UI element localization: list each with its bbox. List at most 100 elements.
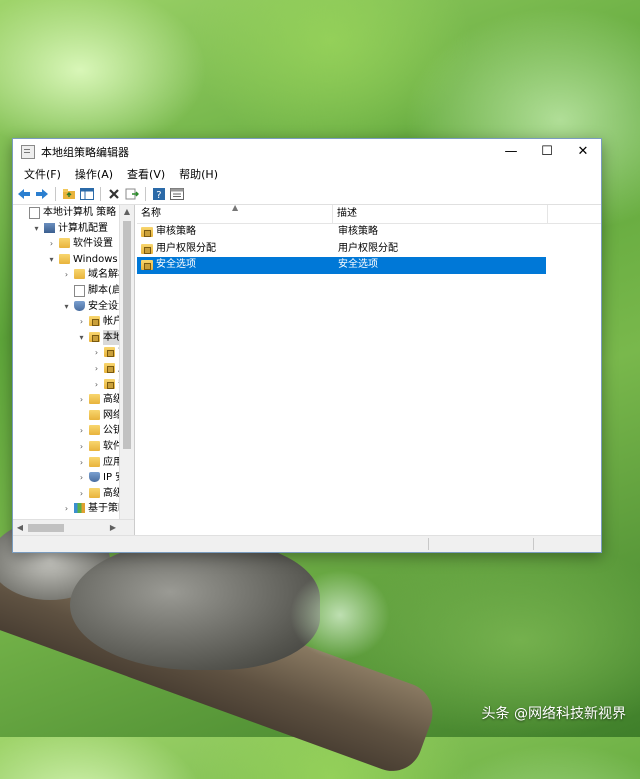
- navigation-tree[interactable]: 本地计算机 策略▾计算机配置›软件设置▾Windows 设置›域名解析策略脚本(…: [13, 205, 119, 520]
- collapsed-chevron-icon[interactable]: ›: [62, 501, 71, 517]
- maximize-button[interactable]: ☐: [529, 139, 565, 164]
- minimize-button[interactable]: —: [493, 139, 529, 164]
- list-item-name: 安全选项: [156, 259, 196, 270]
- collapsed-chevron-icon[interactable]: ›: [77, 455, 86, 471]
- scroll-thumb[interactable]: [28, 524, 64, 532]
- scroll-left-icon[interactable]: ◀: [13, 520, 27, 536]
- menu-help[interactable]: 帮助(H): [172, 166, 225, 182]
- forward-icon[interactable]: [34, 186, 50, 202]
- tree-horizontal-scrollbar[interactable]: ◀ ▶: [13, 519, 134, 536]
- list-item-name: 审核策略: [156, 226, 196, 237]
- tree-item[interactable]: 本地计算机 策略: [13, 205, 119, 221]
- policy-folder-icon: [104, 347, 115, 358]
- tree-item[interactable]: › 域名解析策略: [13, 267, 119, 283]
- tree-item[interactable]: › IP 安全策略: [13, 470, 119, 486]
- up-folder-icon[interactable]: [61, 186, 77, 202]
- collapsed-chevron-icon[interactable]: ›: [77, 470, 86, 486]
- tree-item[interactable]: ▾ 本地策略: [13, 329, 119, 346]
- show-hide-tree-icon[interactable]: [79, 186, 95, 202]
- tree-item-label: Windows 设置: [73, 253, 119, 265]
- column-header-description[interactable]: 描述: [333, 205, 548, 223]
- scroll-right-icon[interactable]: ▶: [106, 520, 120, 536]
- window-title: 本地组策略编辑器: [41, 145, 129, 159]
- scroll-up-icon[interactable]: ▲: [120, 205, 134, 219]
- policy-folder-icon: [141, 243, 153, 254]
- folder-icon: [89, 440, 100, 451]
- policy-folder-icon: [89, 331, 100, 342]
- list-body: 审核策略 审核策略用户权限分配 用户权限分配 安全选项 安全选项: [137, 224, 601, 274]
- tree-item[interactable]: › 帐户策略: [13, 314, 119, 330]
- computer-icon: [44, 222, 55, 233]
- collapsed-chevron-icon[interactable]: ›: [47, 236, 56, 252]
- list-item[interactable]: 审核策略 审核策略: [137, 224, 546, 241]
- details-pane: 名称 ▲ 描述 审核策略 审核策略用户权限分配 用户权限分配 安全选项 安全选项: [137, 203, 601, 536]
- close-button[interactable]: ✕: [565, 139, 601, 164]
- tree-item-label: 计算机配置: [58, 222, 108, 234]
- tree-item-label: 公钥策略: [103, 425, 119, 437]
- document-icon: [29, 207, 40, 219]
- menu-action[interactable]: 操作(A): [68, 166, 120, 182]
- column-header-name[interactable]: 名称 ▲: [137, 203, 333, 223]
- tree-item[interactable]: 脚本(启动/关机): [13, 283, 119, 299]
- collapsed-chevron-icon[interactable]: ›: [92, 377, 101, 393]
- tree-item[interactable]: 网络列表管理器策略: [13, 408, 119, 424]
- expanded-chevron-icon[interactable]: ▾: [47, 252, 56, 268]
- wallpaper-plant: [290, 570, 390, 660]
- tree-item[interactable]: ›审核策略: [13, 345, 119, 361]
- scroll-thumb[interactable]: [123, 221, 131, 449]
- title-bar[interactable]: 本地组策略编辑器 — ☐ ✕: [13, 139, 601, 164]
- back-icon[interactable]: [16, 186, 32, 202]
- menu-view[interactable]: 查看(V): [120, 166, 172, 182]
- tree-item[interactable]: › 高级安全 Windows: [13, 392, 119, 408]
- gpedit-window: 本地组策略编辑器 — ☐ ✕ 文件(F) 操作(A) 查看(V) 帮助(H) ?…: [12, 138, 602, 553]
- collapsed-chevron-icon[interactable]: ›: [77, 486, 86, 502]
- expanded-chevron-icon[interactable]: ▾: [32, 221, 41, 237]
- collapsed-chevron-icon[interactable]: ›: [77, 392, 86, 408]
- tree-item[interactable]: › 软件设置: [13, 236, 119, 252]
- collapsed-chevron-icon[interactable]: ›: [62, 267, 71, 283]
- list-item-description: 安全选项: [338, 259, 378, 270]
- tree-item[interactable]: ▾ 安全设置: [13, 299, 119, 315]
- collapsed-chevron-icon[interactable]: ›: [77, 314, 86, 330]
- tree-item-label: 基于策略的 QoS: [88, 503, 119, 515]
- tree-item[interactable]: › 应用程序控制策略: [13, 455, 119, 471]
- wallpaper-squirrel: [70, 540, 320, 670]
- tree-item-label: 软件设置: [73, 238, 113, 250]
- list-item[interactable]: 安全选项 安全选项: [137, 257, 546, 274]
- delete-icon[interactable]: [106, 186, 122, 202]
- properties-icon[interactable]: [169, 186, 185, 202]
- expanded-chevron-icon[interactable]: ▾: [62, 299, 71, 315]
- status-bar: [13, 535, 601, 552]
- toolbar: ?: [13, 184, 601, 205]
- tree-item[interactable]: ›用户权限分配: [13, 361, 119, 377]
- watermark-text: 头条 @网络科技新视界: [481, 706, 626, 722]
- menu-file[interactable]: 文件(F): [17, 166, 68, 182]
- list-item[interactable]: 用户权限分配 用户权限分配: [137, 241, 546, 258]
- collapsed-chevron-icon[interactable]: ›: [77, 423, 86, 439]
- collapsed-chevron-icon[interactable]: ›: [92, 345, 101, 361]
- tree-item[interactable]: ▾ Windows 设置: [13, 252, 119, 268]
- list-item-description: 审核策略: [338, 226, 378, 237]
- list-item-description: 用户权限分配: [338, 242, 398, 254]
- collapsed-chevron-icon[interactable]: ›: [77, 439, 86, 455]
- export-icon[interactable]: [124, 186, 140, 202]
- sort-ascending-icon: ▲: [232, 203, 239, 212]
- tree-item-label: 安全设置: [88, 300, 119, 312]
- folder-icon: [74, 269, 85, 280]
- tree-pane: 本地计算机 策略▾计算机配置›软件设置▾Windows 设置›域名解析策略脚本(…: [13, 205, 135, 536]
- tree-item[interactable]: › 公钥策略: [13, 423, 119, 439]
- qos-chart-icon: [74, 503, 85, 514]
- app-icon: [21, 144, 35, 159]
- help-icon[interactable]: ?: [151, 186, 167, 202]
- collapsed-chevron-icon[interactable]: ›: [92, 361, 101, 377]
- folder-icon: [89, 487, 100, 498]
- tree-item[interactable]: › 基于策略的 QoS: [13, 501, 119, 517]
- tree-item[interactable]: ▾ 计算机配置: [13, 221, 119, 237]
- tree-item[interactable]: › 高级审核策略配置: [13, 486, 119, 502]
- expanded-chevron-icon[interactable]: ▾: [77, 330, 86, 346]
- tree-item[interactable]: ›安全选项: [13, 377, 119, 393]
- policy-folder-icon: [104, 362, 115, 373]
- toolbar-separator: [100, 187, 101, 201]
- tree-vertical-scrollbar[interactable]: ▲: [119, 205, 134, 520]
- tree-item[interactable]: › 软件限制策略: [13, 439, 119, 455]
